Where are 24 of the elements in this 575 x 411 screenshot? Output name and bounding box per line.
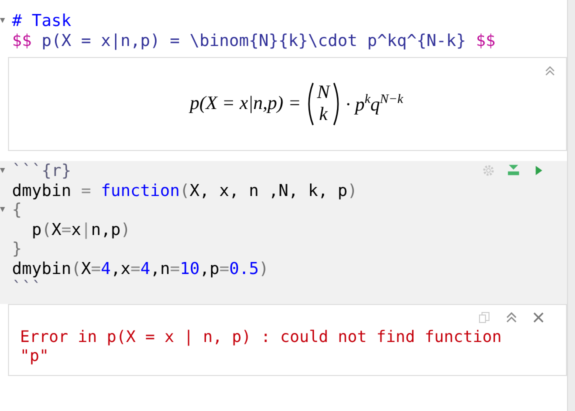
code-line: ``` <box>12 278 42 298</box>
scrollbar[interactable] <box>567 0 575 411</box>
code-line: # Task <box>12 11 72 30</box>
code-line: p(X=x|n,p) <box>30 220 130 239</box>
code-line: } <box>12 239 22 258</box>
run-above-icon[interactable] <box>507 164 520 177</box>
error-message: Error in p(X = x | n, p) : could not find function "p" <box>20 326 503 364</box>
fold-icon[interactable] <box>0 168 5 174</box>
fold-icon[interactable] <box>0 18 5 24</box>
collapse-icon[interactable] <box>545 66 555 76</box>
math-text: p(X = x|n,p) = <box>190 93 301 115</box>
code-line: dmybin = function(X, x, n ,N, k, p) <box>12 180 358 200</box>
code-line: { <box>12 200 22 220</box>
copy-icon[interactable] <box>479 312 490 322</box>
code-line: $$ p(X = x|n,p) = \binom{N}{k}\cdot p^kq^{N-k} $$ <box>12 30 496 50</box>
close-icon[interactable] <box>533 312 544 322</box>
code-line: ```{r} <box>12 161 72 180</box>
collapse-icon[interactable] <box>506 312 517 322</box>
gear-icon[interactable] <box>482 164 495 177</box>
fold-icon[interactable] <box>0 207 5 212</box>
math-text: · p$^{k}$q$^{N−k}$ <box>346 91 404 117</box>
math-text: N <box>316 82 330 104</box>
code-line: dmybin(X=4,x=4,n=10,p=0.5) <box>12 258 269 278</box>
math-text: k <box>319 104 328 126</box>
